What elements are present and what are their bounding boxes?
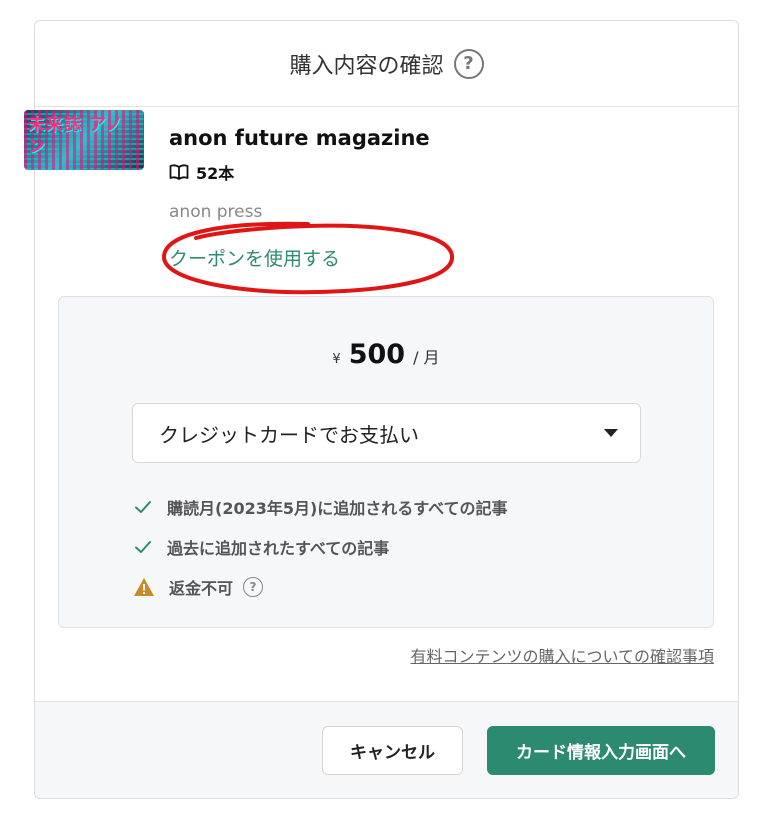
- thumbnail-text: 未来誌 アノン: [28, 115, 124, 157]
- product-summary: 未来誌 アノン anon future magazine 52本 anon pr…: [24, 110, 674, 270]
- question-circle-icon[interactable]: ?: [453, 48, 484, 79]
- feature-item: 返金不可 ?: [133, 567, 508, 607]
- check-icon: [135, 501, 151, 513]
- feature-list: 購読月(2023年5月)に追加されるすべての記事 過去に追加されたすべての記事 …: [133, 487, 508, 607]
- dialog-footer: キャンセル カード情報入力画面へ: [35, 701, 738, 798]
- feature-text: 返金不可: [169, 579, 234, 598]
- product-name: anon future magazine: [169, 126, 430, 150]
- article-count: 52本: [196, 164, 235, 183]
- feature-item: 過去に追加されたすべての記事: [133, 527, 508, 567]
- publisher-name: anon press: [169, 202, 263, 222]
- price-period: / 月: [413, 348, 440, 367]
- purchase-terms-link[interactable]: 有料コンテンツの購入についての確認事項: [410, 643, 714, 667]
- price-amount: 500: [348, 339, 406, 370]
- price-display: ¥ 500 / 月: [59, 339, 713, 370]
- payment-method-value: クレジットカードでお支払い: [159, 422, 419, 447]
- pricing-panel: ¥ 500 / 月 クレジットカードでお支払い 購読月(2023年5月)に追加さ…: [58, 296, 714, 628]
- currency-symbol: ¥: [332, 352, 341, 367]
- dialog-title: 購入内容の確認: [289, 53, 444, 79]
- check-icon: [135, 541, 151, 553]
- warning-icon: [134, 578, 154, 596]
- dialog-header: 購入内容の確認 ?: [35, 21, 738, 107]
- question-circle-icon[interactable]: ?: [243, 577, 264, 597]
- cancel-button[interactable]: キャンセル: [322, 726, 463, 775]
- use-coupon-link[interactable]: クーポンを使用する: [169, 244, 340, 271]
- feature-item: 購読月(2023年5月)に追加されるすべての記事: [133, 487, 508, 527]
- article-count-row: 52本: [169, 160, 234, 184]
- feature-text: 購読月(2023年5月)に追加されるすべての記事: [167, 499, 508, 518]
- open-book-icon: [169, 164, 189, 180]
- proceed-to-card-input-button[interactable]: カード情報入力画面へ: [487, 726, 715, 775]
- chevron-down-icon: [604, 429, 618, 437]
- feature-text: 過去に追加されたすべての記事: [167, 539, 390, 558]
- payment-method-select[interactable]: クレジットカードでお支払い: [132, 403, 641, 463]
- product-thumbnail: 未来誌 アノン: [24, 110, 144, 170]
